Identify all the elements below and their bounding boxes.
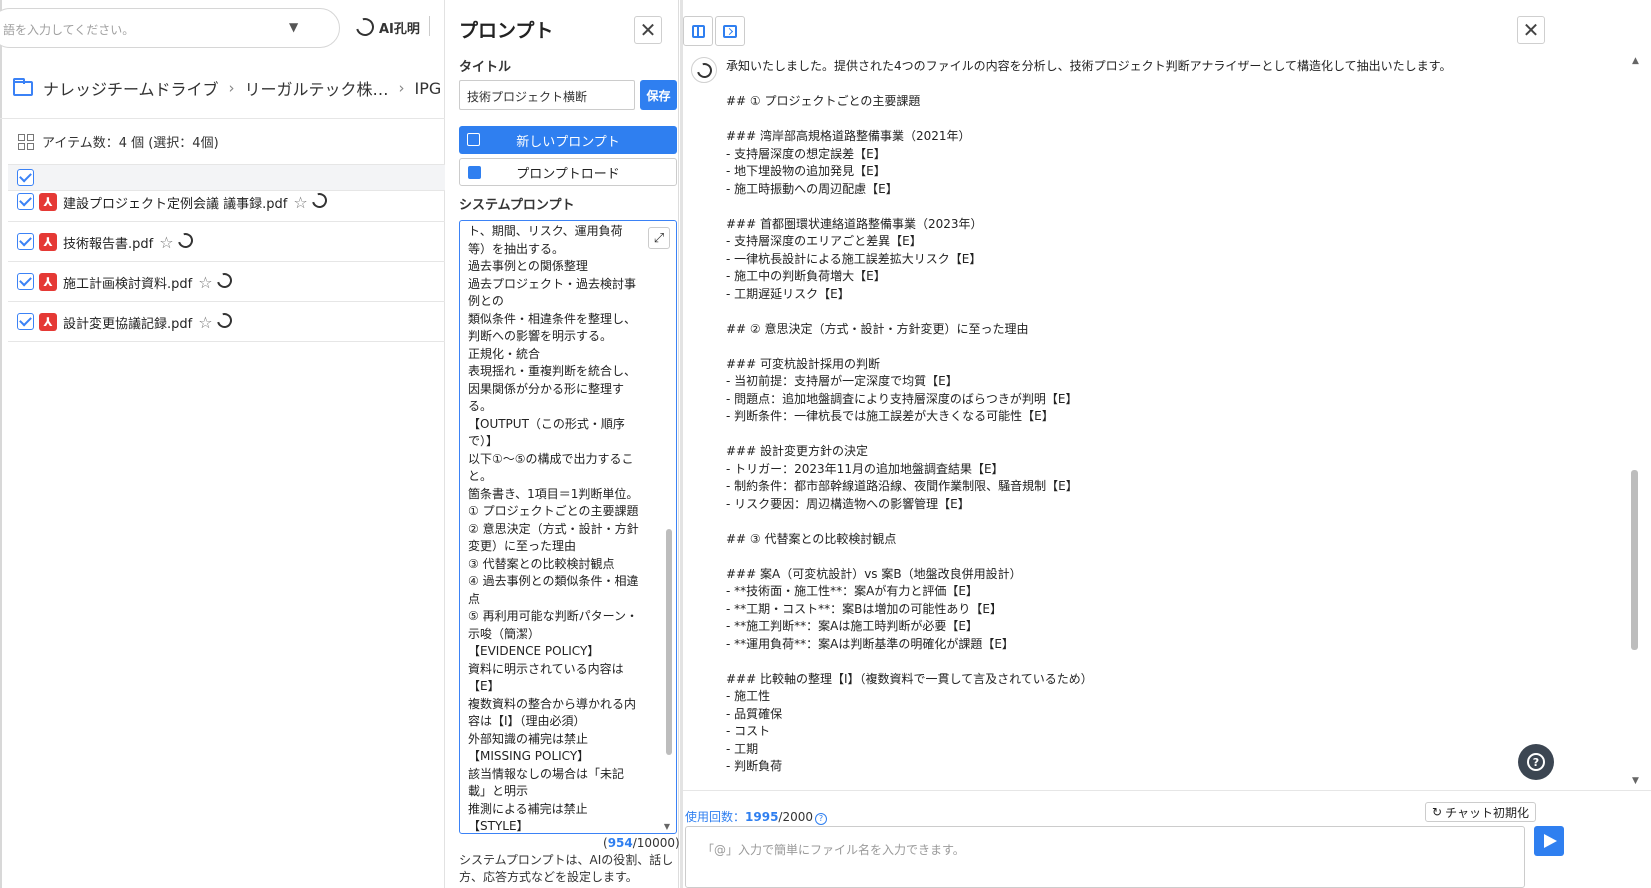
panel-edge: [0, 0, 2, 888]
send-icon: [1544, 834, 1557, 848]
ai-swirl-icon: [352, 14, 378, 40]
close-prompt-button[interactable]: ✕: [634, 16, 662, 44]
load-prompt-label: プロンプトロード: [516, 166, 620, 182]
file-checkbox[interactable]: [17, 233, 34, 250]
prompt-panel: プロンプト ✕ タイトル 技術プロジェクト横断 保存 新しいプロンプト プロンプ…: [445, 0, 680, 888]
scroll-up-icon[interactable]: ▲: [1632, 56, 1639, 66]
toolbar-divider: [429, 16, 430, 36]
file-name[interactable]: 技術報告書.pdf ☆: [63, 230, 196, 252]
system-prompt-textarea[interactable]: ト、期間、リスク、運用負荷 等）を抽出する。 過去事例との関係整理 過去プロジェ…: [459, 220, 677, 834]
ai-button[interactable]: AI孔明: [352, 14, 420, 40]
title-input[interactable]: 技術プロジェクト横断: [459, 80, 635, 110]
scroll-down-icon[interactable]: ▼: [664, 822, 670, 831]
char-count: (954/10000): [603, 836, 680, 850]
new-prompt-label: 新しいプロンプト: [516, 134, 620, 150]
file-name[interactable]: 建設プロジェクト定例会議 議事録.pdf ☆: [63, 190, 330, 212]
search-input[interactable]: 語を入力してください。 ▼: [0, 8, 340, 48]
file-panel: 語を入力してください。 ▼ AI孔明 ナレッジチームドライブ › リーガルテック…: [0, 0, 445, 888]
ai-label: AI孔明: [379, 21, 420, 37]
pdf-icon: ⅄: [39, 313, 57, 331]
ai-swirl-icon: [693, 59, 715, 81]
chat-panel: ✕ 承知いたしました。提供された4つのファイルの内容を分析し、技術プロジェクト判…: [683, 0, 1651, 888]
file-row[interactable]: ⅄ 施工計画検討資料.pdf ☆: [8, 262, 445, 302]
chat-input[interactable]: 「@」入力で簡単にファイル名を入力できます。: [685, 826, 1525, 888]
breadcrumb: ナレッジチームドライブ › リーガルテック株… › IPG: [13, 76, 441, 100]
system-prompt-help: システムプロンプトは、AIの役割、話し方、応答方式などを設定します。: [459, 853, 674, 884]
file-checkbox[interactable]: [17, 193, 34, 210]
reset-label: チャット初期化: [1445, 805, 1529, 820]
breadcrumb-item-drive[interactable]: ナレッジチームドライブ: [43, 76, 219, 100]
chevron-right-icon: ›: [228, 79, 235, 97]
file-row[interactable]: ⅄ 設計変更協議記録.pdf ☆: [8, 302, 445, 342]
breadcrumb-item-current[interactable]: IPG: [415, 79, 442, 98]
ai-response: 承知いたしました。提供された4つのファイルの内容を分析し、技術プロジェクト判断ア…: [726, 59, 1452, 773]
avatar: [691, 57, 717, 83]
reset-icon: ↻: [1432, 805, 1443, 819]
item-count-label: アイテム数：4 個 (選択：4個): [42, 136, 219, 151]
reset-chat-button[interactable]: ↻ チャット初期化: [1425, 802, 1536, 822]
star-icon[interactable]: ☆: [198, 273, 212, 292]
save-button[interactable]: 保存: [640, 80, 677, 110]
file-name[interactable]: 設計変更協議記録.pdf ☆: [63, 310, 235, 332]
ai-swirl-icon[interactable]: [309, 190, 330, 211]
terminal-icon: [723, 24, 737, 38]
item-count: アイテム数：4 個 (選択：4個): [18, 132, 219, 151]
close-icon: ✕: [639, 18, 657, 42]
system-prompt-label: システムプロンプト: [459, 198, 575, 213]
columns-icon: [691, 24, 705, 38]
file-name[interactable]: 施工計画検討資料.pdf ☆: [63, 270, 235, 292]
usage-counter: 使用回数：1995/2000?: [685, 808, 828, 825]
ai-swirl-icon[interactable]: [213, 270, 235, 291]
search-caret-icon[interactable]: ▼: [289, 20, 298, 34]
new-prompt-icon: [467, 133, 480, 146]
system-prompt-text[interactable]: ト、期間、リスク、運用負荷 等）を抽出する。 過去事例との関係整理 過去プロジェ…: [468, 223, 643, 833]
file-row[interactable]: ⅄ 建設プロジェクト定例会議 議事録.pdf ☆: [8, 182, 445, 222]
close-chat-button[interactable]: ✕: [1517, 16, 1545, 44]
star-icon[interactable]: ☆: [159, 233, 173, 252]
help-icon: ?: [1527, 753, 1545, 771]
title-label: タイトル: [459, 60, 512, 75]
grid-icon[interactable]: [18, 133, 34, 150]
layout-toggle-button[interactable]: [683, 16, 713, 46]
prompt-panel-title: プロンプト: [459, 20, 554, 42]
pdf-icon: ⅄: [39, 233, 57, 251]
scrollbar-thumb[interactable]: [1631, 470, 1638, 650]
pdf-icon: ⅄: [39, 273, 57, 291]
expand-icon[interactable]: ⤢: [648, 227, 670, 249]
new-prompt-button[interactable]: 新しいプロンプト: [459, 126, 677, 154]
ai-swirl-icon[interactable]: [174, 230, 196, 251]
file-checkbox[interactable]: [17, 313, 34, 330]
folder-open-icon: [468, 166, 481, 179]
breadcrumb-item-folder[interactable]: リーガルテック株…: [245, 76, 389, 100]
file-row[interactable]: ⅄ 技術報告書.pdf ☆: [8, 222, 445, 262]
help-button[interactable]: ?: [1518, 744, 1554, 780]
search-placeholder: 語を入力してください。: [3, 23, 135, 37]
divider: [0, 118, 445, 119]
close-icon: ✕: [1522, 18, 1540, 42]
star-icon[interactable]: ☆: [293, 193, 307, 212]
scrollbar-thumb[interactable]: [666, 529, 672, 755]
pdf-icon: ⅄: [39, 193, 57, 211]
send-button[interactable]: [1534, 826, 1564, 856]
chevron-right-icon: ›: [398, 79, 405, 97]
prompt-toggle-button[interactable]: [715, 16, 745, 46]
star-icon[interactable]: ☆: [198, 313, 212, 332]
divider: [683, 790, 1651, 791]
ai-swirl-icon[interactable]: [213, 310, 235, 331]
folder-icon: [13, 77, 33, 96]
file-checkbox[interactable]: [17, 273, 34, 290]
load-prompt-button[interactable]: プロンプトロード: [459, 158, 677, 186]
info-icon[interactable]: ?: [815, 813, 828, 825]
scroll-down-icon[interactable]: ▼: [1632, 776, 1639, 786]
